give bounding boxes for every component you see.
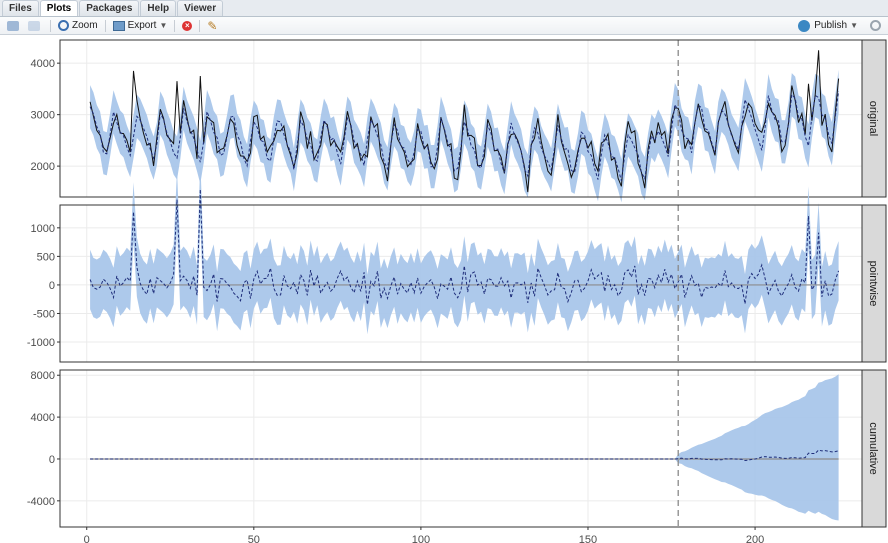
x-tick-label: 100 — [412, 534, 430, 543]
refresh-button[interactable] — [861, 18, 884, 34]
toolbar-divider — [50, 19, 51, 32]
facet-label-cumulative: cumulative — [867, 422, 879, 475]
y-tick-label: 0 — [49, 454, 55, 466]
y-tick-label: -4000 — [27, 496, 55, 508]
toolbar-divider — [199, 19, 201, 32]
y-tick-label: 4000 — [31, 58, 55, 70]
y-tick-label: 500 — [37, 251, 55, 263]
y-tick-label: 1000 — [31, 223, 55, 235]
toolbar-divider — [174, 19, 176, 32]
forward-button[interactable] — [25, 18, 46, 34]
x-tick-label: 200 — [746, 534, 764, 543]
zoom-label: Zoom — [72, 20, 98, 31]
facet-label-pointwise: pointwise — [867, 261, 879, 307]
pane-tabs: Files Plots Packages Help Viewer — [0, 0, 888, 17]
y-tick-label: 8000 — [31, 370, 55, 382]
x-tick-label: 50 — [248, 534, 260, 543]
arrow-right-icon — [28, 20, 40, 31]
x-tick-label: 150 — [579, 534, 597, 543]
y-tick-label: -500 — [33, 308, 55, 320]
chevron-down-icon: ▼ — [850, 21, 858, 30]
tab-help[interactable]: Help — [140, 0, 177, 16]
back-button[interactable] — [4, 18, 25, 34]
toolbar-right: Publish ▼ — [795, 18, 884, 34]
remove-plot-button[interactable]: × — [179, 18, 195, 34]
y-tick-label: 3000 — [31, 110, 55, 122]
toolbar-divider — [104, 19, 106, 32]
y-tick-label: 2000 — [31, 161, 55, 173]
arrow-left-icon — [7, 20, 19, 31]
panel-original: 2000 3000 4000 original — [31, 39, 887, 203]
export-label: Export — [127, 20, 157, 31]
y-tick-label: -1000 — [27, 337, 55, 349]
export-button[interactable]: Export ▼ — [110, 18, 171, 34]
tab-plots[interactable]: Plots — [39, 0, 79, 16]
broom-icon: ✎ — [207, 18, 218, 33]
panel-cumulative: -4000 0 4000 8000 cumulative — [27, 369, 887, 528]
x-tick-label: 0 — [84, 534, 90, 543]
refresh-icon — [870, 20, 881, 31]
facet-label-original: original — [867, 101, 879, 136]
clear-all-button[interactable]: ✎ — [204, 18, 220, 34]
y-tick-label: 4000 — [31, 412, 55, 424]
remove-icon: × — [182, 20, 193, 31]
publish-icon — [798, 19, 811, 32]
publish-label: Publish — [814, 20, 848, 31]
plots-toolbar: Zoom Export ▼ × ✎ Publish ▼ — [0, 17, 888, 35]
tab-packages[interactable]: Packages — [79, 0, 140, 16]
zoom-icon — [58, 20, 69, 31]
publish-button[interactable]: Publish ▼ — [795, 18, 861, 34]
causal-impact-plot: 200030004000original-1000-50005001000poi… — [27, 39, 887, 543]
tab-files[interactable]: Files — [2, 0, 39, 16]
zoom-button[interactable]: Zoom — [55, 18, 101, 34]
chevron-down-icon: ▼ — [159, 21, 168, 30]
y-tick-label: 0 — [49, 280, 55, 292]
tab-viewer[interactable]: Viewer — [177, 0, 224, 16]
export-icon — [112, 20, 125, 31]
